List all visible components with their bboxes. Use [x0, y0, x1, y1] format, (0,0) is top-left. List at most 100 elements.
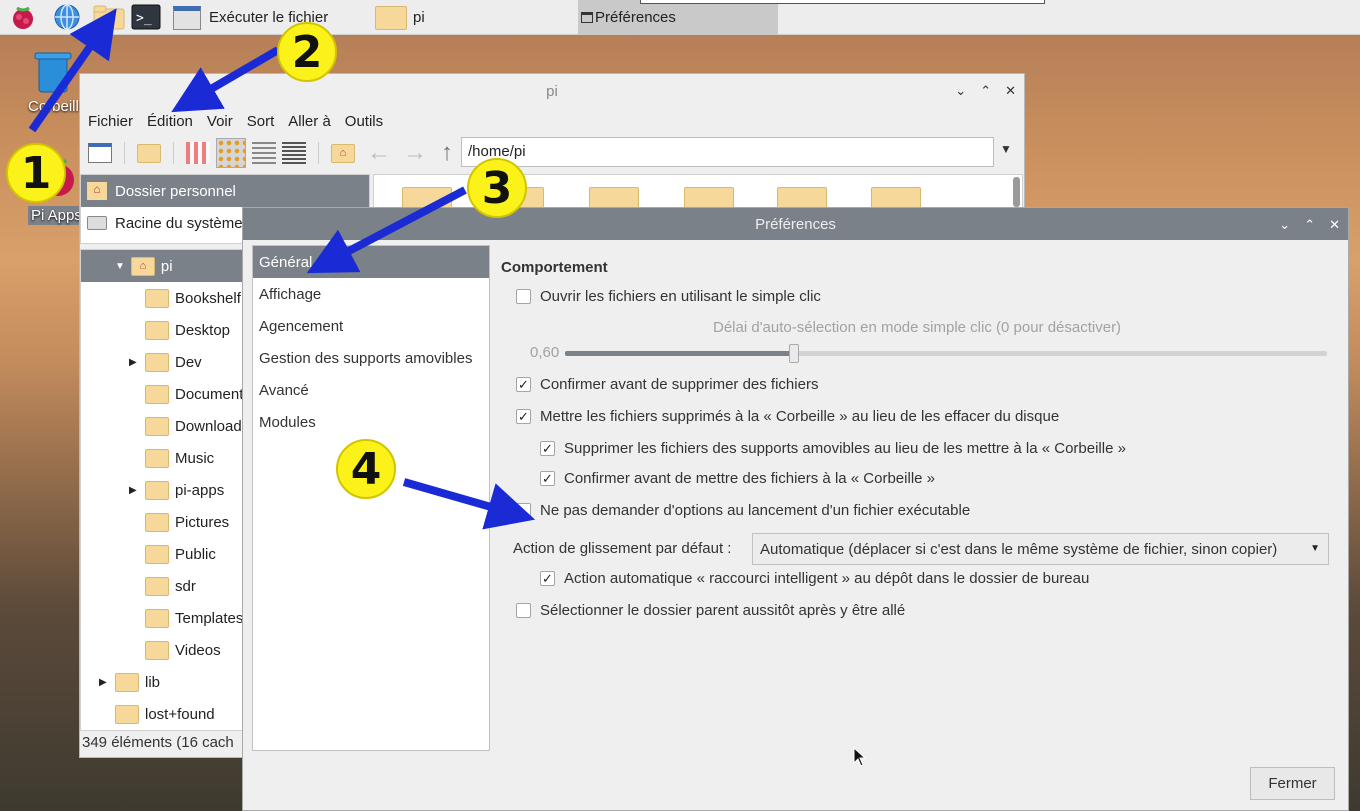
removable-trash-option[interactable]: ✓ Supprimer les fichiers des supports am… — [540, 440, 1126, 457]
tree-item-music[interactable]: Music — [145, 442, 214, 474]
forward-arrow-icon[interactable]: → — [403, 139, 427, 167]
compact-view-icon[interactable] — [252, 142, 276, 164]
category-avance[interactable]: Avancé — [253, 374, 489, 406]
path-dropdown-icon[interactable]: ▼ — [1000, 142, 1012, 156]
minimize-icon[interactable]: ⌄ — [1279, 217, 1290, 233]
tree-label: lost+found — [145, 705, 215, 723]
close-icon[interactable]: ✕ — [1329, 217, 1340, 233]
menu-edition[interactable]: Édition — [147, 113, 193, 130]
file-manager-folder-icon[interactable] — [93, 3, 125, 31]
option-label: Confirmer avant de mettre des fichiers à… — [564, 470, 936, 487]
preferences-dialog: Préférences ⌄ ⌃ ✕ Général Affichage Agen… — [242, 207, 1349, 811]
checkbox-checked[interactable]: ✓ — [540, 441, 555, 456]
slider-knob[interactable] — [788, 344, 799, 363]
expand-arrow-icon[interactable]: ▶ — [129, 357, 139, 368]
checkbox-checked[interactable]: ✓ — [540, 471, 555, 486]
folder-icon — [145, 320, 169, 340]
minimize-icon[interactable]: ⌄ — [955, 83, 966, 99]
home-folder-icon: ⌂ — [130, 256, 155, 276]
tree-item-lost-found[interactable]: lost+found — [115, 698, 215, 730]
close-button[interactable]: Fermer — [1250, 767, 1335, 800]
select-parent-option[interactable]: Sélectionner le dossier parent aussitôt … — [516, 602, 905, 619]
use-trash-option[interactable]: ✓ Mettre les fichiers supprimés à la « C… — [516, 408, 1059, 425]
checkbox-checked[interactable]: ✓ — [516, 409, 531, 424]
menu-outils[interactable]: Outils — [345, 113, 383, 130]
new-folder-icon[interactable] — [137, 143, 161, 163]
place-home[interactable]: ⌂ Dossier personnel — [81, 175, 369, 207]
tree-item-bookshelf[interactable]: Bookshelf — [145, 282, 241, 314]
browser-globe-icon[interactable] — [53, 3, 81, 31]
back-arrow-icon[interactable]: ← — [367, 139, 391, 167]
new-window-icon[interactable] — [88, 143, 112, 163]
terminal-icon[interactable]: >_ — [131, 3, 161, 31]
tree-item-dev[interactable]: ▶ Dev — [129, 346, 202, 378]
taskbar-run-file[interactable]: Exécuter le fichier — [173, 0, 373, 35]
checkbox[interactable] — [516, 289, 531, 304]
icon-view-icon[interactable] — [186, 142, 210, 164]
folder-icon — [145, 384, 169, 404]
tree-panel: ▼ ⌂ pi Bookshelf Desktop ▶ Dev Documents … — [80, 249, 244, 731]
category-supports[interactable]: Gestion des supports amovibles — [253, 342, 489, 374]
close-icon[interactable]: ✕ — [1005, 83, 1016, 99]
step-badge-1: 1 — [6, 143, 66, 203]
tree-item-templates[interactable]: Templates — [145, 602, 243, 634]
single-click-option[interactable]: Ouvrir les fichiers en utilisant le simp… — [516, 288, 821, 305]
folder-icon — [145, 288, 169, 308]
smart-shortcut-option[interactable]: ✓ Action automatique « raccourci intelli… — [540, 570, 1089, 587]
tree-item-public[interactable]: Public — [145, 538, 216, 570]
drag-action-select[interactable]: Automatique (déplacer si c'est dans le m… — [752, 533, 1329, 565]
tree-item-lib[interactable]: ▶ lib — [99, 666, 160, 698]
maximize-icon[interactable]: ⌃ — [1304, 217, 1315, 233]
list-view-icon[interactable] — [282, 142, 306, 164]
tree-root-pi[interactable]: ▼ ⌂ pi — [115, 250, 173, 282]
expand-arrow-icon[interactable]: ▶ — [99, 677, 109, 688]
up-arrow-icon[interactable]: ↑ — [441, 139, 453, 167]
checkbox[interactable] — [516, 503, 531, 518]
scrollbar[interactable] — [1013, 177, 1020, 207]
no-exec-prompt-option[interactable]: Ne pas demander d'options au lancement d… — [516, 502, 970, 519]
tree-label: lib — [145, 673, 161, 691]
raspberry-menu-icon[interactable] — [9, 3, 37, 31]
thumbnail-view-icon[interactable] — [216, 138, 246, 168]
chevron-down-icon: ▼ — [1310, 543, 1320, 554]
category-affichage[interactable]: Affichage — [253, 278, 489, 310]
tree-item-documents[interactable]: Documents — [145, 378, 243, 410]
tree-item-pictures[interactable]: Pictures — [145, 506, 229, 538]
preferences-titlebar: Préférences ⌄ ⌃ ✕ — [243, 208, 1348, 240]
delay-slider[interactable] — [565, 344, 1327, 363]
tree-label: Dev — [175, 353, 202, 371]
tree-label: Music — [175, 449, 215, 467]
confirm-delete-option[interactable]: ✓ Confirmer avant de supprimer des fichi… — [516, 376, 818, 393]
tree-label: Desktop — [175, 321, 231, 339]
tree-item-downloads[interactable]: Downloads — [145, 410, 243, 442]
folder-icon — [145, 544, 169, 564]
tree-label: Videos — [175, 641, 221, 659]
checkbox-checked[interactable]: ✓ — [516, 377, 531, 392]
category-general[interactable]: Général — [253, 246, 489, 278]
taskbar-pi-window[interactable]: pi — [375, 0, 575, 35]
expand-arrow-icon[interactable]: ▼ — [115, 261, 125, 272]
maximize-icon[interactable]: ⌃ — [980, 83, 991, 99]
expand-arrow-icon[interactable]: ▶ — [129, 485, 139, 496]
category-modules[interactable]: Modules — [253, 406, 489, 438]
taskbar-preferences[interactable]: Préférences — [578, 0, 778, 35]
tree-item-pi-apps[interactable]: ▶ pi-apps — [129, 474, 224, 506]
tree-item-sdr[interactable]: sdr — [145, 570, 196, 602]
menu-sort[interactable]: Sort — [247, 113, 275, 130]
path-input[interactable]: /home/pi — [461, 137, 994, 167]
option-label: Action automatique « raccourci intellige… — [564, 570, 1090, 587]
drag-action-label: Action de glissement par défaut : — [513, 540, 732, 557]
menu-voir[interactable]: Voir — [207, 113, 233, 130]
confirm-trash-option[interactable]: ✓ Confirmer avant de mettre des fichiers… — [540, 470, 935, 487]
menu-aller[interactable]: Aller à — [288, 113, 331, 130]
trash-icon[interactable] — [33, 50, 73, 94]
checkbox[interactable] — [516, 603, 531, 618]
tree-item-desktop[interactable]: Desktop — [145, 314, 230, 346]
home-icon[interactable]: ⌂ — [331, 143, 355, 163]
folder-icon — [145, 512, 169, 532]
checkbox-checked[interactable]: ✓ — [540, 571, 555, 586]
category-agencement[interactable]: Agencement — [253, 310, 489, 342]
menu-fichier[interactable]: Fichier — [88, 113, 133, 130]
folder-icon — [145, 576, 169, 596]
tree-item-videos[interactable]: Videos — [145, 634, 221, 666]
